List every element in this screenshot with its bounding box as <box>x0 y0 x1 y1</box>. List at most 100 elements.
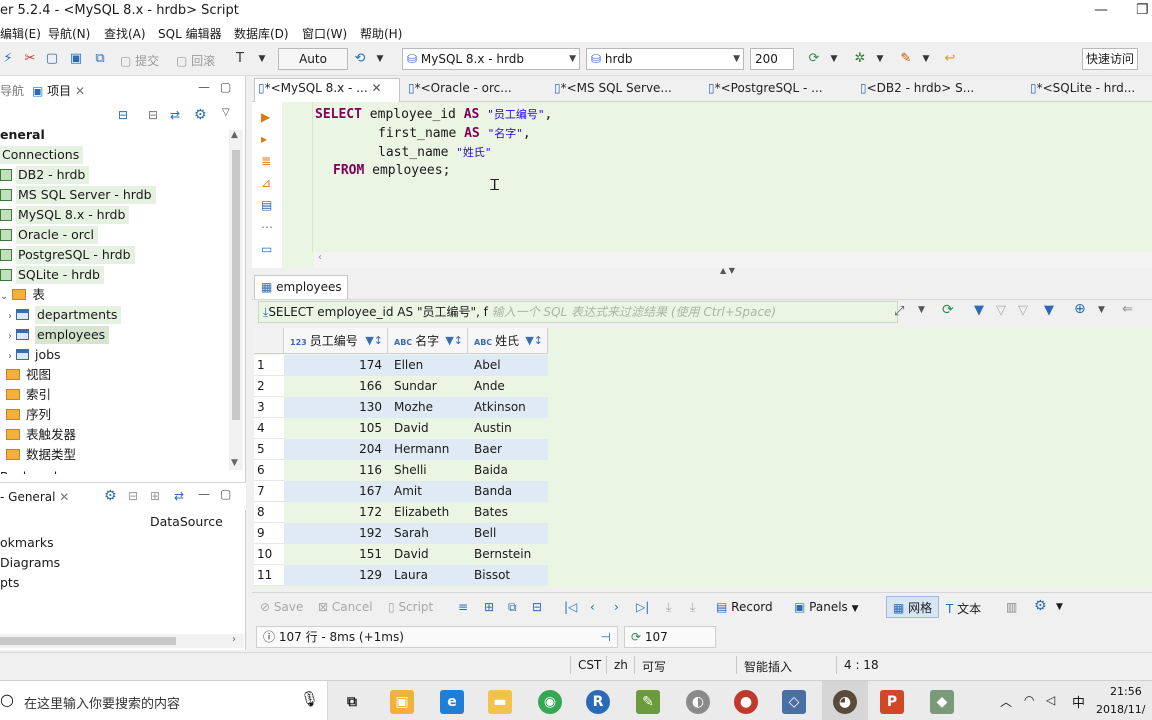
back-arrow-icon[interactable]: ⇐ <box>1122 302 1133 317</box>
connection-selector[interactable]: ⛁ MySQL 8.x - hrdb ▼ <box>402 48 580 70</box>
tree-general[interactable]: eneral <box>0 125 45 145</box>
tree-bookmarks-cut[interactable]: Bookmarks <box>0 468 228 474</box>
chevron-down-icon[interactable]: ▼ <box>918 51 934 67</box>
cell-first-name[interactable]: Elizabeth <box>388 502 468 523</box>
result-limit-input[interactable]: 200 <box>750 48 794 70</box>
row-number[interactable]: 2 <box>254 376 284 397</box>
cell-employee-id[interactable]: 204 <box>284 439 388 460</box>
settings-icon[interactable]: ⚙ <box>104 488 117 504</box>
panels-icon[interactable]: ⊕ <box>1074 301 1086 317</box>
refresh-icon[interactable]: ⟳ <box>806 51 822 67</box>
history-icon[interactable]: ⟲ <box>352 51 368 67</box>
delete-row-icon[interactable]: ⊟ <box>532 600 542 614</box>
column-header-employee-id[interactable]: 123 员工编号 ▼↕ <box>284 328 388 354</box>
cell-employee-id[interactable]: 192 <box>284 523 388 544</box>
cell-employee-id[interactable]: 116 <box>284 460 388 481</box>
menu-sql-editor[interactable]: SQL 编辑器 <box>158 25 222 42</box>
close-icon[interactable]: ✕ <box>371 81 381 95</box>
tools-icon[interactable]: ✎ <box>898 51 914 67</box>
chevron-down-icon[interactable]: ▼ <box>1098 305 1105 315</box>
rollback-button[interactable]: ▢ 回滚 <box>176 52 215 69</box>
cell-first-name[interactable]: Mozhe <box>388 397 468 418</box>
splitter-handle[interactable]: ▲ ▼ <box>720 266 735 275</box>
close-icon[interactable]: ✕ <box>59 490 69 504</box>
tray-chevron-up-icon[interactable]: ︿ <box>1000 693 1012 710</box>
tree-datatypes-folder[interactable]: 数据类型 <box>6 445 76 465</box>
output-icon[interactable]: ▭ <box>261 242 272 256</box>
taskbar-time[interactable]: 21:56 <box>1110 685 1142 698</box>
cell-first-name[interactable]: Ellen <box>388 355 468 376</box>
save-button[interactable]: ⊘ Save <box>260 600 303 614</box>
bottom-panel-hscrollbar[interactable]: › <box>0 634 244 648</box>
sync-icon[interactable]: ⇄ <box>174 489 184 503</box>
editor-tab-oracle[interactable]: ▯*<Oracle - orc... <box>408 81 512 95</box>
tree-indexes-folder[interactable]: 索引 <box>6 385 51 405</box>
tree-scrollbar-thumb[interactable] <box>232 150 240 420</box>
editor-tab-postgresql[interactable]: ▯*<PostgreSQL - ... <box>708 81 823 95</box>
chevron-down-icon[interactable]: ▼ <box>372 51 388 67</box>
row-number[interactable]: 3 <box>254 397 284 418</box>
settings-icon[interactable]: ⚙ <box>1034 598 1047 614</box>
open-script-icon[interactable]: ▣ <box>68 51 84 67</box>
load-plan-icon[interactable]: ▤ <box>261 198 272 212</box>
expand-filter-icon[interactable]: ⤢ <box>894 304 904 319</box>
chevron-down-icon[interactable]: ▼ <box>826 51 842 67</box>
cell-employee-id[interactable]: 166 <box>284 376 388 397</box>
chevron-down-icon[interactable]: ▼ <box>1056 602 1063 612</box>
sql-script-icon[interactable]: ⧉ <box>92 51 108 67</box>
chrome-icon[interactable]: ◉ <box>538 690 562 714</box>
filter-settings-icon[interactable]: ▼ <box>1044 303 1054 318</box>
virtualbox-icon[interactable]: ◇ <box>782 690 806 714</box>
auto-commit-button[interactable]: Auto <box>278 48 348 70</box>
app-icon[interactable]: ◆ <box>930 690 954 714</box>
edit-row-icon[interactable]: ≡ <box>458 600 468 614</box>
panels-button[interactable]: ▣ Panels ▼ <box>794 600 859 614</box>
column-filter-icon[interactable]: ▼↕ <box>445 328 463 354</box>
editor-tab-mssql[interactable]: ▯*<MS SQL Serve... <box>554 81 672 95</box>
tree-tables-folder[interactable]: ⌄ 表 <box>0 285 45 305</box>
explorer-icon[interactable]: ▬ <box>488 690 512 714</box>
cell-employee-id[interactable]: 105 <box>284 418 388 439</box>
quick-access-input[interactable]: 快速访问 <box>1082 48 1138 70</box>
ime-indicator[interactable]: 中 <box>1072 692 1085 711</box>
tree-conn-mysql[interactable]: MySQL 8.x - hrdb <box>0 205 130 225</box>
tree-sequences-folder[interactable]: 序列 <box>6 405 51 425</box>
datasource-column-header[interactable]: DataSource <box>150 514 223 529</box>
maximize-icon[interactable]: ▢ <box>220 487 231 501</box>
record-button[interactable]: ▤ Record <box>716 600 773 614</box>
refresh-results-icon[interactable]: ⟳ <box>942 302 954 318</box>
editor-tab-mysql[interactable]: ▯*<MySQL 8.x - ... ✕ <box>258 81 382 95</box>
tree-table-jobs[interactable]: › jobs <box>8 345 61 365</box>
tree-triggers-folder[interactable]: 表触发器 <box>6 425 76 445</box>
disconnect-icon[interactable]: ⚡ <box>0 51 16 67</box>
bottom-item-diagrams[interactable]: Diagrams <box>0 553 60 573</box>
explain-plan-icon[interactable]: ⊿ <box>261 176 271 190</box>
collapse-icon[interactable]: ⊟ <box>128 489 138 503</box>
cell-last-name[interactable]: Baida <box>468 460 548 481</box>
chevron-down-icon[interactable]: ▼ <box>254 51 270 67</box>
layout-icon[interactable]: ▥ <box>1006 600 1017 614</box>
settings-icon[interactable]: ⚙ <box>194 107 207 123</box>
results-tab-employees[interactable]: ▦ employees <box>254 275 348 299</box>
transaction-mode-icon[interactable]: T <box>232 51 248 67</box>
chevron-right-icon[interactable]: › <box>232 634 236 645</box>
filter-history-dropdown[interactable]: ▼ <box>918 305 925 315</box>
column-filter-icon[interactable]: ▼↕ <box>365 328 383 354</box>
maximize-icon[interactable]: ▢ <box>220 80 231 94</box>
row-number[interactable]: 4 <box>254 418 284 439</box>
next-page-icon[interactable]: › <box>614 600 619 614</box>
maximize-button[interactable]: ❐ <box>1136 2 1149 18</box>
tree-conn-mssql[interactable]: MS SQL Server - hrdb <box>0 185 156 205</box>
execute-new-tab-icon[interactable]: ▸ <box>261 132 267 146</box>
execute-script-icon[interactable]: ≣ <box>261 154 271 168</box>
filter-input[interactable]: ⤓SELECT employee_id AS "员工编号", f 输入一个 SQ… <box>258 301 898 323</box>
cell-employee-id[interactable]: 167 <box>284 481 388 502</box>
cell-last-name[interactable]: Abel <box>468 355 548 376</box>
cell-last-name[interactable]: Atkinson <box>468 397 548 418</box>
editor-tab-db2[interactable]: ▯<DB2 - hrdb> S... <box>860 81 974 95</box>
cell-last-name[interactable]: Bernstein <box>468 544 548 565</box>
cell-employee-id[interactable]: 172 <box>284 502 388 523</box>
cell-first-name[interactable]: David <box>388 418 468 439</box>
add-row-icon[interactable]: ⊞ <box>484 600 494 614</box>
execute-statement-icon[interactable]: ▶ <box>261 110 270 124</box>
